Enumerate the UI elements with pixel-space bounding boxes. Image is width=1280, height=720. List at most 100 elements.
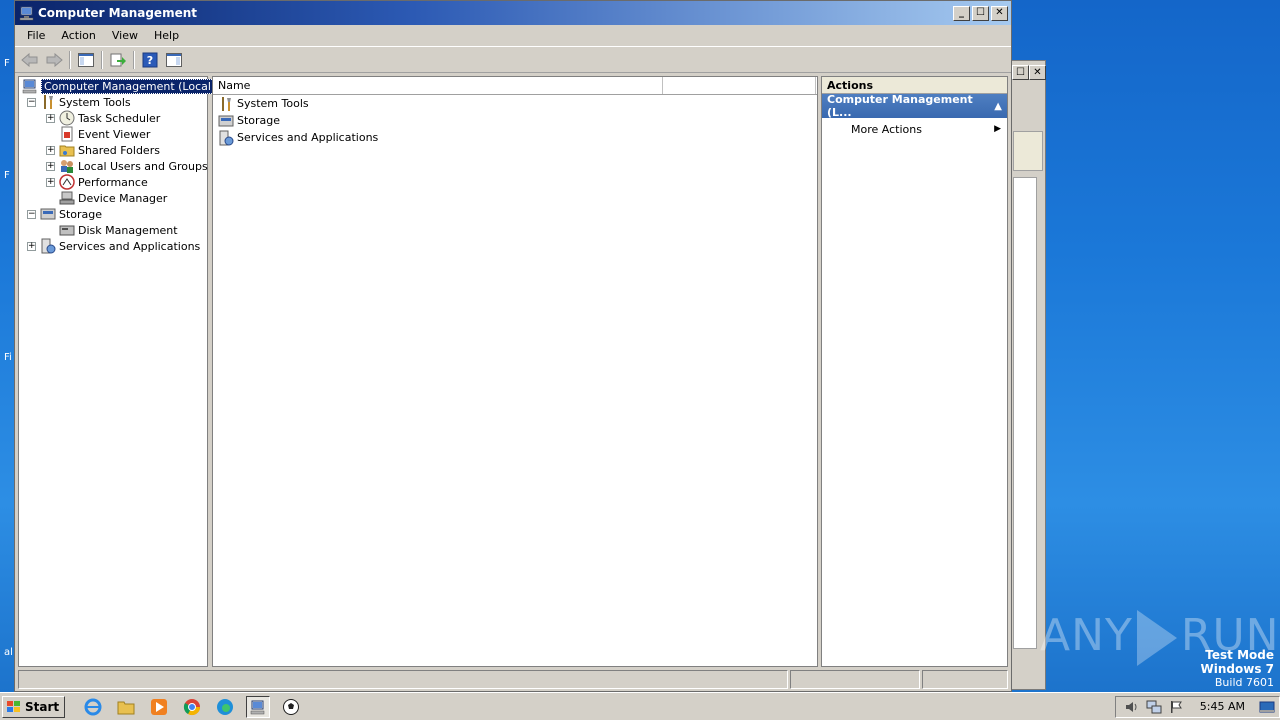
actions-group-computer-management[interactable]: Computer Management (L... ▲ [822, 93, 1007, 119]
tree-label: Local Users and Groups [78, 159, 208, 173]
title-bar[interactable]: Computer Management _ ☐ ✕ [15, 1, 1011, 25]
toolbar-separator [69, 50, 71, 69]
tree-label: Disk Management [78, 223, 178, 237]
volume-icon[interactable] [1124, 700, 1140, 714]
background-window-controls: ☐ ✕ [1012, 65, 1046, 80]
tree-label: Services and Applications [59, 239, 201, 253]
export-list-button[interactable] [107, 50, 129, 70]
close-button[interactable]: ✕ [991, 5, 1008, 21]
maximize-button[interactable]: ☐ [972, 5, 989, 21]
menu-view[interactable]: View [104, 27, 146, 44]
list-header: Name [213, 77, 817, 95]
menu-action[interactable]: Action [53, 27, 103, 44]
minimize-button[interactable]: _ [953, 5, 970, 21]
desktop-edge-text-4: al [4, 647, 13, 658]
background-maximize-button[interactable]: ☐ [1012, 65, 1029, 80]
background-window[interactable]: ☐ ✕ [1010, 60, 1046, 690]
taskbar-app-ball[interactable] [279, 696, 303, 718]
help-button[interactable]: ? [139, 50, 161, 70]
tree-item-root[interactable]: Computer Management (Local) [22, 78, 219, 94]
console-tree[interactable]: Computer Management (Local) − System Too… [18, 76, 219, 667]
show-desktop-icon[interactable] [1259, 700, 1275, 714]
taskbar-media-player[interactable] [147, 696, 171, 718]
list-item-storage[interactable]: Storage [213, 112, 817, 129]
column-header-name[interactable]: Name [213, 77, 663, 94]
taskbar-edge[interactable] [213, 696, 237, 718]
expand-icon[interactable]: + [46, 113, 55, 123]
desktop-edge-text-2: F [4, 170, 10, 181]
toolbar-separator [101, 50, 103, 69]
tree-item-services-applications[interactable]: + Services and Applications [27, 238, 200, 254]
network-icon[interactable] [1146, 700, 1162, 714]
test-mode-line2: Windows 7 [1200, 662, 1274, 676]
toolbar-separator [133, 50, 135, 69]
computer-management-icon [22, 79, 37, 94]
menu-help[interactable]: Help [146, 27, 187, 44]
menu-bar: File Action View Help [15, 25, 1011, 47]
export-list-icon [110, 53, 126, 66]
expand-icon[interactable]: + [27, 241, 36, 251]
no-expander [46, 226, 55, 235]
forward-button[interactable] [43, 50, 65, 70]
taskbar-internet-explorer[interactable] [81, 696, 105, 718]
no-expander [46, 194, 55, 203]
tree-item-local-users[interactable]: + Local Users and Groups [46, 158, 208, 174]
tree-item-storage[interactable]: − Storage [27, 206, 102, 222]
folder-icon [117, 701, 135, 714]
tree-label: Event Viewer [78, 127, 151, 141]
watermark-play-icon [1136, 610, 1177, 666]
collapse-up-icon[interactable]: ▲ [994, 101, 1002, 112]
svg-text:?: ? [147, 54, 153, 67]
more-actions-item[interactable]: More Actions ▶ [822, 118, 1007, 140]
menu-file[interactable]: File [19, 27, 53, 44]
background-content [1013, 177, 1037, 649]
tree-item-disk-management[interactable]: Disk Management [46, 222, 178, 238]
tree-item-device-manager[interactable]: Device Manager [46, 190, 167, 206]
media-player-icon [151, 698, 168, 715]
list-item-services-applications[interactable]: Services and Applications [213, 129, 817, 146]
windows-flag-icon [7, 700, 20, 712]
action-center-flag-icon[interactable] [1168, 700, 1184, 714]
show-hide-console-tree-button[interactable] [75, 50, 97, 70]
show-hide-action-pane-button[interactable] [163, 50, 185, 70]
computer-management-icon [250, 700, 265, 714]
details-list[interactable]: Name System Tools Storage Services and A… [212, 76, 818, 667]
action-pane-icon [166, 52, 182, 67]
desktop-edge-text-3: Fi [4, 352, 12, 363]
taskbar-computer-management[interactable] [246, 695, 271, 718]
event-viewer-icon [61, 126, 73, 142]
list-item-system-tools[interactable]: System Tools [213, 95, 817, 112]
list-item-label: Storage [237, 114, 281, 127]
tree-item-system-tools[interactable]: − System Tools [27, 94, 131, 110]
forward-arrow-icon [46, 52, 63, 67]
expand-icon[interactable]: + [46, 177, 55, 187]
help-icon: ? [142, 52, 158, 67]
soccer-ball-icon [283, 698, 300, 715]
clock[interactable]: 5:45 AM [1200, 700, 1245, 713]
taskbar-chrome[interactable] [180, 696, 204, 718]
start-label: Start [25, 699, 60, 714]
expand-icon[interactable]: + [46, 145, 55, 155]
collapse-icon[interactable]: − [27, 97, 36, 107]
users-icon [61, 160, 73, 173]
tree-item-shared-folders[interactable]: + Shared Folders [46, 142, 160, 158]
column-header-blank[interactable] [663, 77, 816, 94]
collapse-icon[interactable]: − [27, 209, 36, 219]
expand-icon[interactable]: + [46, 161, 55, 171]
tree-label: Storage [59, 207, 103, 221]
status-bar [18, 670, 1008, 689]
back-button[interactable] [19, 50, 41, 70]
services-icon [41, 238, 56, 254]
tree-item-task-scheduler[interactable]: + Task Scheduler [46, 110, 160, 126]
more-actions-label: More Actions [851, 122, 922, 136]
taskbar-explorer[interactable] [114, 696, 138, 718]
actions-pane[interactable]: Actions Computer Management (L... ▲ More… [821, 76, 1008, 667]
tree-item-event-viewer[interactable]: Event Viewer [46, 126, 150, 142]
tree-label: Device Manager [78, 191, 168, 205]
device-manager-icon [59, 191, 75, 205]
computer-management-window[interactable]: Computer Management _ ☐ ✕ File Action Vi… [14, 0, 1012, 692]
start-button[interactable]: Start [2, 695, 66, 718]
tree-item-performance[interactable]: + Performance [46, 174, 148, 190]
edge-icon [217, 698, 234, 715]
background-close-button[interactable]: ✕ [1029, 65, 1046, 80]
